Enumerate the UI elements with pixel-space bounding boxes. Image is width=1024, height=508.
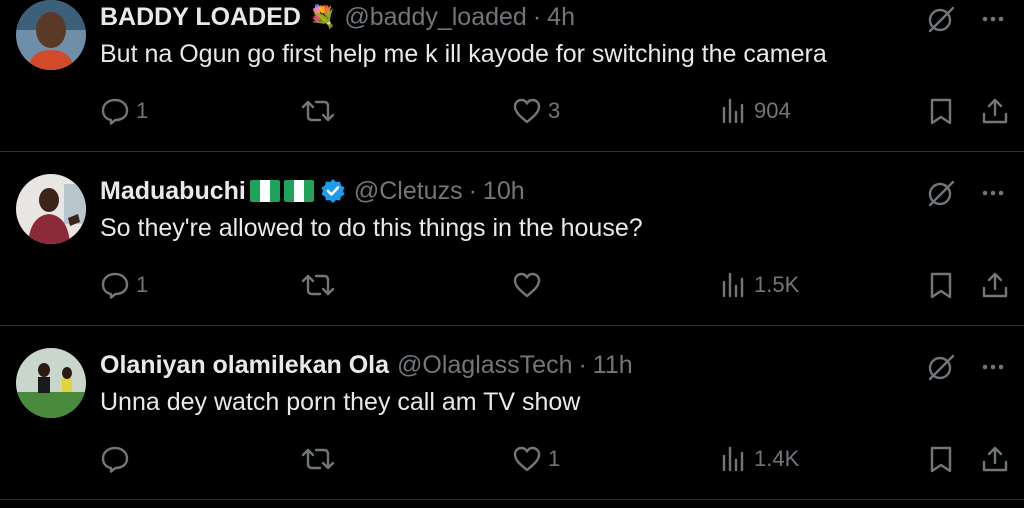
share-icon bbox=[982, 98, 1008, 124]
views-count: 1.5K bbox=[754, 272, 800, 297]
tweet-top-icons bbox=[926, 178, 1004, 208]
reply-icon bbox=[101, 272, 129, 299]
retweet-icon bbox=[301, 448, 335, 470]
views-count: 1.4K bbox=[754, 446, 800, 471]
heart-icon bbox=[513, 272, 541, 298]
separator-dot: · bbox=[468, 176, 477, 205]
grok-icon[interactable] bbox=[926, 4, 956, 34]
display-name[interactable]: Olaniyan olamilekan Ola bbox=[100, 351, 389, 380]
avatar[interactable] bbox=[16, 348, 86, 418]
tweet[interactable]: Olaniyan olamilekan Ola @OlaglassTech · … bbox=[0, 326, 1024, 500]
reply-button[interactable]: 1 bbox=[100, 270, 148, 300]
reply-icon bbox=[101, 446, 129, 473]
share-icon bbox=[982, 446, 1008, 472]
more-options-icon[interactable] bbox=[982, 15, 1004, 23]
like-count: 1 bbox=[548, 446, 561, 471]
tweet-header: BADDY LOADED 💐 @baddy_loaded · 4h bbox=[100, 2, 575, 32]
bookmark-button[interactable] bbox=[928, 444, 954, 474]
like-button[interactable]: 1 bbox=[512, 444, 560, 474]
display-name[interactable]: BADDY LOADED bbox=[100, 3, 301, 32]
timestamp[interactable]: 10h bbox=[483, 177, 525, 206]
views-icon bbox=[722, 272, 744, 298]
avatar[interactable] bbox=[16, 0, 86, 70]
timestamp[interactable]: 4h bbox=[547, 3, 575, 32]
tweet-header: Maduabuchi @Cletuzs · 10h bbox=[100, 176, 525, 206]
tweet-text: But na Ogun go first help me k ill kayod… bbox=[100, 40, 827, 68]
views-button[interactable]: 1.4K bbox=[720, 444, 799, 474]
tweet-top-icons bbox=[926, 352, 1004, 382]
like-button[interactable]: 3 bbox=[512, 96, 560, 126]
views-icon bbox=[722, 98, 744, 124]
share-button[interactable] bbox=[980, 96, 1010, 126]
reply-count: 1 bbox=[136, 272, 149, 297]
reply-count: 1 bbox=[136, 98, 149, 123]
retweet-icon bbox=[301, 100, 335, 122]
share-button[interactable] bbox=[980, 270, 1010, 300]
views-button[interactable]: 904 bbox=[720, 96, 791, 126]
share-button[interactable] bbox=[980, 444, 1010, 474]
more-options-icon[interactable] bbox=[982, 189, 1004, 197]
bookmark-button[interactable] bbox=[928, 270, 954, 300]
separator-dot: · bbox=[532, 2, 542, 31]
retweet-button[interactable] bbox=[300, 444, 342, 474]
bookmark-button[interactable] bbox=[928, 96, 954, 126]
tweet-actions: 1 1.5K bbox=[100, 270, 1012, 306]
display-name[interactable]: Maduabuchi bbox=[100, 177, 246, 206]
separator-dot: · bbox=[578, 350, 587, 379]
reply-button[interactable] bbox=[100, 444, 136, 474]
tweet-top-icons bbox=[926, 4, 1004, 34]
tweet[interactable]: Maduabuchi @Cletuzs · 10h So they're all… bbox=[0, 152, 1024, 326]
tweet-actions: 1 1.4K bbox=[100, 444, 1012, 480]
tweet-text: Unna dey watch porn they call am TV show bbox=[100, 388, 581, 416]
grok-icon[interactable] bbox=[926, 178, 956, 208]
bouquet-emoji: 💐 bbox=[308, 4, 337, 29]
heart-icon bbox=[513, 446, 541, 472]
tweet-actions: 1 3 904 bbox=[100, 96, 1012, 132]
views-button[interactable]: 1.5K bbox=[720, 270, 799, 300]
like-button[interactable] bbox=[512, 270, 548, 300]
views-count: 904 bbox=[754, 98, 791, 123]
like-count: 3 bbox=[548, 98, 561, 123]
timestamp[interactable]: 11h bbox=[593, 351, 633, 380]
tweet-header: Olaniyan olamilekan Ola @OlaglassTech · … bbox=[100, 350, 633, 380]
user-handle[interactable]: @baddy_loaded bbox=[344, 3, 526, 32]
views-icon bbox=[722, 446, 744, 472]
bookmark-icon bbox=[930, 272, 952, 299]
nigeria-flag-icon bbox=[249, 180, 280, 202]
user-handle[interactable]: @OlaglassTech bbox=[397, 351, 572, 380]
share-icon bbox=[982, 272, 1008, 298]
retweet-button[interactable] bbox=[300, 270, 342, 300]
grok-icon[interactable] bbox=[926, 352, 956, 382]
retweet-icon bbox=[301, 274, 335, 296]
nigeria-flag-icon bbox=[283, 180, 314, 202]
bookmark-icon bbox=[930, 446, 952, 473]
reply-button[interactable]: 1 bbox=[100, 96, 148, 126]
tweet-text: So they're allowed to do this things in … bbox=[100, 214, 643, 242]
retweet-button[interactable] bbox=[300, 96, 342, 126]
tweet[interactable]: BADDY LOADED 💐 @baddy_loaded · 4h But na… bbox=[0, 0, 1024, 152]
more-options-icon[interactable] bbox=[982, 363, 1004, 371]
bookmark-icon bbox=[930, 98, 952, 125]
user-handle[interactable]: @Cletuzs bbox=[354, 177, 463, 206]
reply-icon bbox=[101, 98, 129, 125]
heart-icon bbox=[513, 98, 541, 124]
verified-badge-icon[interactable] bbox=[320, 178, 346, 204]
avatar[interactable] bbox=[16, 174, 86, 244]
